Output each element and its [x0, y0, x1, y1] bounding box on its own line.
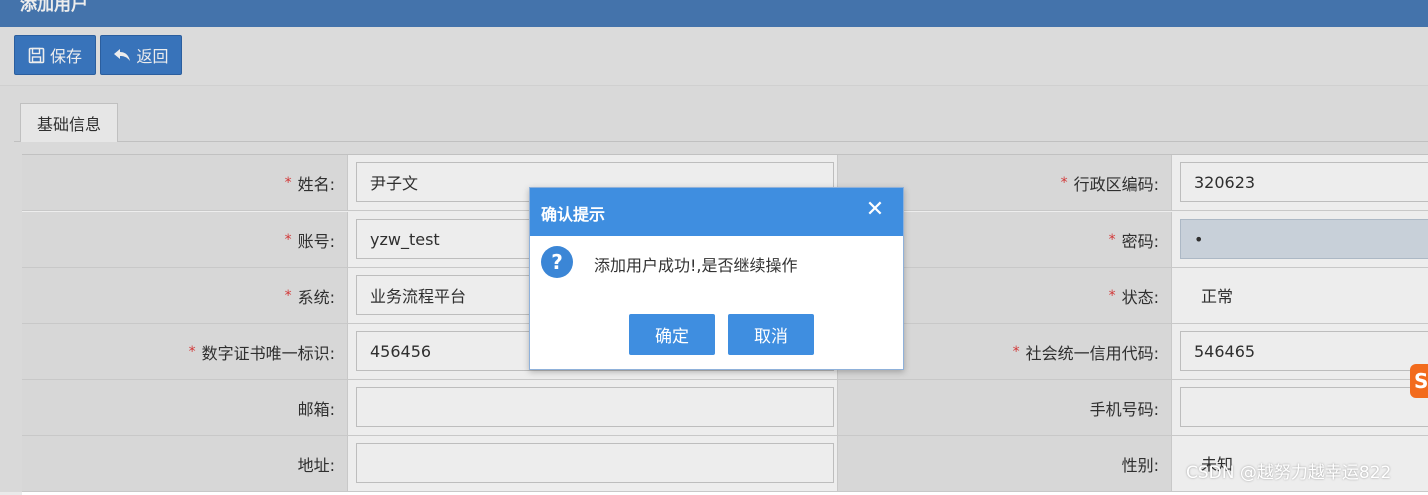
required-mark: * — [1060, 174, 1068, 191]
field-value-cell: 320623 — [1172, 155, 1428, 211]
required-mark: * — [284, 231, 292, 248]
close-icon[interactable]: ✕ — [865, 198, 885, 222]
field-label-text: 姓名: — [297, 174, 335, 194]
field-value-cell — [348, 380, 838, 436]
dialog-message: 添加用户成功!,是否继续操作 — [594, 256, 798, 275]
field-label-text: 系统: — [297, 287, 335, 307]
field-label: * 系统: — [22, 268, 348, 324]
field-input[interactable]: 320623 — [1180, 162, 1428, 202]
required-mark: * — [188, 343, 196, 360]
reply-arrow-icon — [113, 48, 131, 62]
back-label: 返回 — [136, 47, 169, 66]
field-input[interactable]: 正常 — [1180, 275, 1428, 315]
toolbar: 保存 返回 — [0, 27, 1428, 86]
window-title: 添加用户 — [20, 0, 88, 15]
required-mark: * — [1108, 231, 1116, 248]
required-mark: * — [284, 174, 292, 191]
field-value-cell — [1172, 380, 1428, 436]
field-label: 手机号码: — [838, 380, 1172, 436]
confirm-dialog: 确认提示 ✕ ? 添加用户成功!,是否继续操作 确定 取消 — [529, 187, 904, 370]
field-label: * 姓名: — [22, 155, 348, 211]
field-input[interactable]: 546465 — [1180, 331, 1428, 371]
field-label-text: 账号: — [297, 231, 335, 251]
required-mark: * — [1012, 343, 1020, 360]
field-label-text: 状态: — [1121, 287, 1159, 307]
field-label-text: 社会统一信用代码: — [1025, 343, 1159, 363]
cancel-button[interactable]: 取消 — [728, 314, 814, 355]
back-button[interactable]: 返回 — [100, 35, 182, 75]
field-label-text: 性别: — [1121, 455, 1159, 475]
field-value-cell: 546465 — [1172, 324, 1428, 380]
field-value-cell: • — [1172, 212, 1428, 268]
form-row: 邮箱: 手机号码: — [22, 380, 1428, 436]
tab-bar: 基础信息 — [14, 96, 1428, 142]
field-label: 邮箱: — [22, 380, 348, 436]
field-label: * 数字证书唯一标识: — [22, 324, 348, 380]
floating-logo-icon[interactable]: S — [1410, 364, 1428, 398]
field-input[interactable] — [356, 443, 834, 483]
save-label: 保存 — [49, 47, 82, 66]
dialog-header: 确认提示 ✕ — [530, 188, 903, 236]
field-label: 地址: — [22, 436, 348, 492]
watermark: CSDN @越努力越幸运822 — [1186, 463, 1392, 483]
field-label: 性别: — [838, 436, 1172, 492]
field-input[interactable]: • — [1180, 219, 1428, 259]
required-mark: * — [284, 287, 292, 304]
field-label-text: 密码: — [1121, 231, 1159, 251]
field-label-text: 行政区编码: — [1073, 174, 1159, 194]
field-label-text: 邮箱: — [297, 399, 335, 419]
field-label-text: 数字证书唯一标识: — [201, 343, 335, 363]
field-value-cell — [348, 436, 838, 492]
field-input[interactable] — [356, 387, 834, 427]
field-value-cell: 正常 — [1172, 268, 1428, 324]
field-label-text: 手机号码: — [1089, 399, 1159, 419]
tab-basic-info[interactable]: 基础信息 — [20, 103, 118, 142]
save-button[interactable]: 保存 — [14, 35, 96, 75]
question-icon: ? — [541, 246, 573, 278]
field-label: * 账号: — [22, 212, 348, 268]
field-input[interactable] — [1180, 387, 1428, 427]
save-icon — [28, 47, 45, 64]
dialog-title: 确认提示 — [541, 205, 606, 224]
field-label-text: 地址: — [297, 455, 335, 475]
required-mark: * — [1108, 287, 1116, 304]
window-titlebar: 添加用户 — [0, 0, 1428, 27]
confirm-button[interactable]: 确定 — [629, 314, 715, 355]
